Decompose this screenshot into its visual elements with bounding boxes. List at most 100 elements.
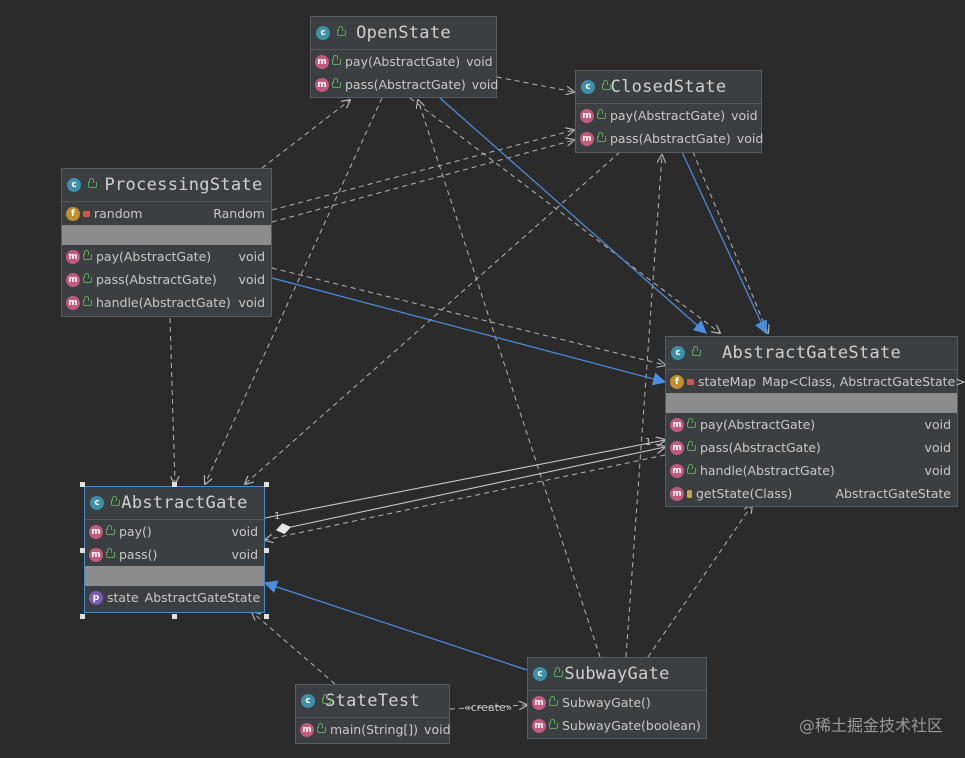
public-icon bbox=[106, 547, 115, 558]
method-row[interactable]: m pay(AbstractGate) void bbox=[576, 104, 761, 127]
class-title: ProcessingState bbox=[104, 175, 263, 195]
method-icon: m bbox=[66, 249, 80, 264]
method-icon: m bbox=[580, 108, 594, 123]
method-icon: m bbox=[66, 295, 80, 310]
method-icon: m bbox=[315, 54, 329, 69]
runnable-class-icon: c bbox=[301, 694, 315, 708]
protected-key-icon bbox=[687, 489, 692, 498]
public-icon bbox=[687, 417, 696, 428]
property-icon: p bbox=[89, 590, 103, 605]
dep-processing-open bbox=[261, 100, 350, 169]
static-method-icon: m bbox=[300, 722, 314, 737]
method-icon: m bbox=[670, 463, 684, 478]
public-icon bbox=[83, 249, 92, 260]
method-icon: m bbox=[670, 417, 684, 432]
ext-closed-ags bbox=[681, 151, 767, 335]
method-row[interactable]: m pay(AbstractGate) void bbox=[62, 245, 271, 268]
constructor-row[interactable]: m SubwayGate(boolean) bbox=[528, 714, 706, 737]
method-row[interactable]: m handle(AbstractGate) void bbox=[62, 291, 271, 314]
assoc-gate-ags-2 bbox=[277, 447, 665, 530]
method-icon: m bbox=[315, 77, 329, 92]
section-separator bbox=[666, 393, 957, 413]
field-icon: f bbox=[670, 374, 684, 389]
public-icon bbox=[687, 440, 696, 451]
resize-handle[interactable] bbox=[172, 614, 177, 619]
method-icon: m bbox=[580, 131, 594, 146]
class-icon: c bbox=[67, 178, 81, 192]
public-icon bbox=[83, 272, 92, 283]
method-icon: m bbox=[89, 547, 103, 562]
multiplicity-label: 1 bbox=[274, 511, 281, 522]
resize-handle[interactable] bbox=[80, 548, 85, 553]
multiplicity-label: 1 bbox=[645, 437, 652, 448]
public-icon bbox=[106, 524, 115, 535]
class-title: AbstractGate bbox=[121, 493, 248, 513]
class-closed-state[interactable]: c ClosedState m pay(AbstractGate) void m pa… bbox=[575, 70, 763, 153]
method-row[interactable]: m pay(AbstractGate) void bbox=[666, 413, 957, 436]
abstract-class-icon: c bbox=[90, 496, 104, 510]
public-icon bbox=[549, 695, 558, 706]
public-icon bbox=[332, 77, 341, 88]
class-processing-state[interactable]: c ProcessingState f random Random m pay(Abs… bbox=[61, 168, 272, 317]
resize-handle[interactable] bbox=[80, 482, 85, 487]
public-icon bbox=[111, 496, 120, 506]
public-icon bbox=[597, 131, 606, 142]
resize-handle[interactable] bbox=[264, 548, 269, 553]
public-icon bbox=[337, 26, 346, 36]
resize-handle[interactable] bbox=[80, 614, 85, 619]
public-icon bbox=[83, 295, 92, 306]
dep-processing-closed-1 bbox=[271, 130, 574, 211]
dep-gate-ags-back bbox=[265, 454, 666, 540]
dep-closed-ags bbox=[692, 151, 768, 333]
class-title: AbstractGateState bbox=[721, 343, 902, 363]
class-title: SubwayGate bbox=[564, 664, 670, 684]
public-icon bbox=[554, 667, 563, 677]
create-edge-label: «create» bbox=[464, 701, 513, 714]
dep-open-closed bbox=[496, 76, 574, 92]
dep-statetest-gate bbox=[252, 612, 336, 685]
public-icon bbox=[692, 346, 701, 356]
field-row[interactable]: f random Random bbox=[62, 202, 271, 225]
property-row[interactable]: p state AbstractGateState bbox=[85, 586, 264, 609]
method-row[interactable]: m getState(Class) AbstractGateState bbox=[666, 482, 957, 505]
class-subway-gate[interactable]: c SubwayGate m SubwayGate() m SubwayGate(b… bbox=[527, 657, 707, 739]
class-title: OpenState bbox=[356, 23, 451, 43]
method-icon: m bbox=[66, 272, 80, 287]
class-open-state[interactable]: c OpenState m pay(AbstractGate) void m pass… bbox=[310, 16, 498, 98]
method-row[interactable]: m pay(AbstractGate) void bbox=[311, 50, 496, 73]
class-title: StateTest bbox=[325, 691, 420, 711]
public-icon bbox=[88, 178, 97, 188]
class-abstract-gate[interactable]: c AbstractGate m pay() void m pass() void ps… bbox=[84, 486, 265, 613]
section-separator bbox=[62, 225, 271, 245]
class-icon: c bbox=[581, 80, 595, 94]
method-row[interactable]: m pass(AbstractGate) void bbox=[666, 436, 957, 459]
dep-processing-closed-2 bbox=[271, 140, 574, 223]
resize-handle[interactable] bbox=[264, 614, 269, 619]
public-icon bbox=[549, 718, 558, 729]
resize-handle[interactable] bbox=[172, 482, 177, 487]
method-row[interactable]: m pay() void bbox=[85, 520, 264, 543]
method-row[interactable]: m pass() void bbox=[85, 543, 264, 566]
method-row[interactable]: m pass(AbstractGate) void bbox=[62, 268, 271, 291]
constructor-row[interactable]: m SubwayGate() bbox=[528, 691, 706, 714]
public-icon bbox=[322, 694, 331, 704]
method-row[interactable]: m pass(AbstractGate) void bbox=[311, 73, 498, 96]
method-icon: m bbox=[89, 524, 103, 539]
dep-processing-ags bbox=[271, 267, 665, 365]
class-icon: c bbox=[533, 667, 547, 681]
resize-handle[interactable] bbox=[264, 482, 269, 487]
method-row[interactable]: m handle(AbstractGate) void bbox=[666, 459, 957, 482]
class-state-test[interactable]: c StateTest m main(String[]) void bbox=[295, 684, 451, 744]
abstract-class-icon: c bbox=[671, 346, 685, 360]
constructor-icon: m bbox=[532, 718, 546, 733]
field-row[interactable]: f stateMap Map<Class, AbstractGateState> bbox=[666, 370, 965, 393]
public-icon bbox=[332, 54, 341, 65]
public-icon bbox=[687, 463, 696, 474]
class-title: ClosedState bbox=[610, 77, 727, 97]
private-lock-icon bbox=[83, 210, 90, 217]
public-icon bbox=[317, 722, 326, 733]
method-row[interactable]: m pass(AbstractGate) void bbox=[576, 127, 763, 150]
method-row[interactable]: m main(String[]) void bbox=[296, 718, 451, 741]
class-abstract-gate-state[interactable]: c AbstractGateState f stateMap Map<Class, … bbox=[665, 336, 965, 507]
field-icon: f bbox=[66, 206, 80, 221]
